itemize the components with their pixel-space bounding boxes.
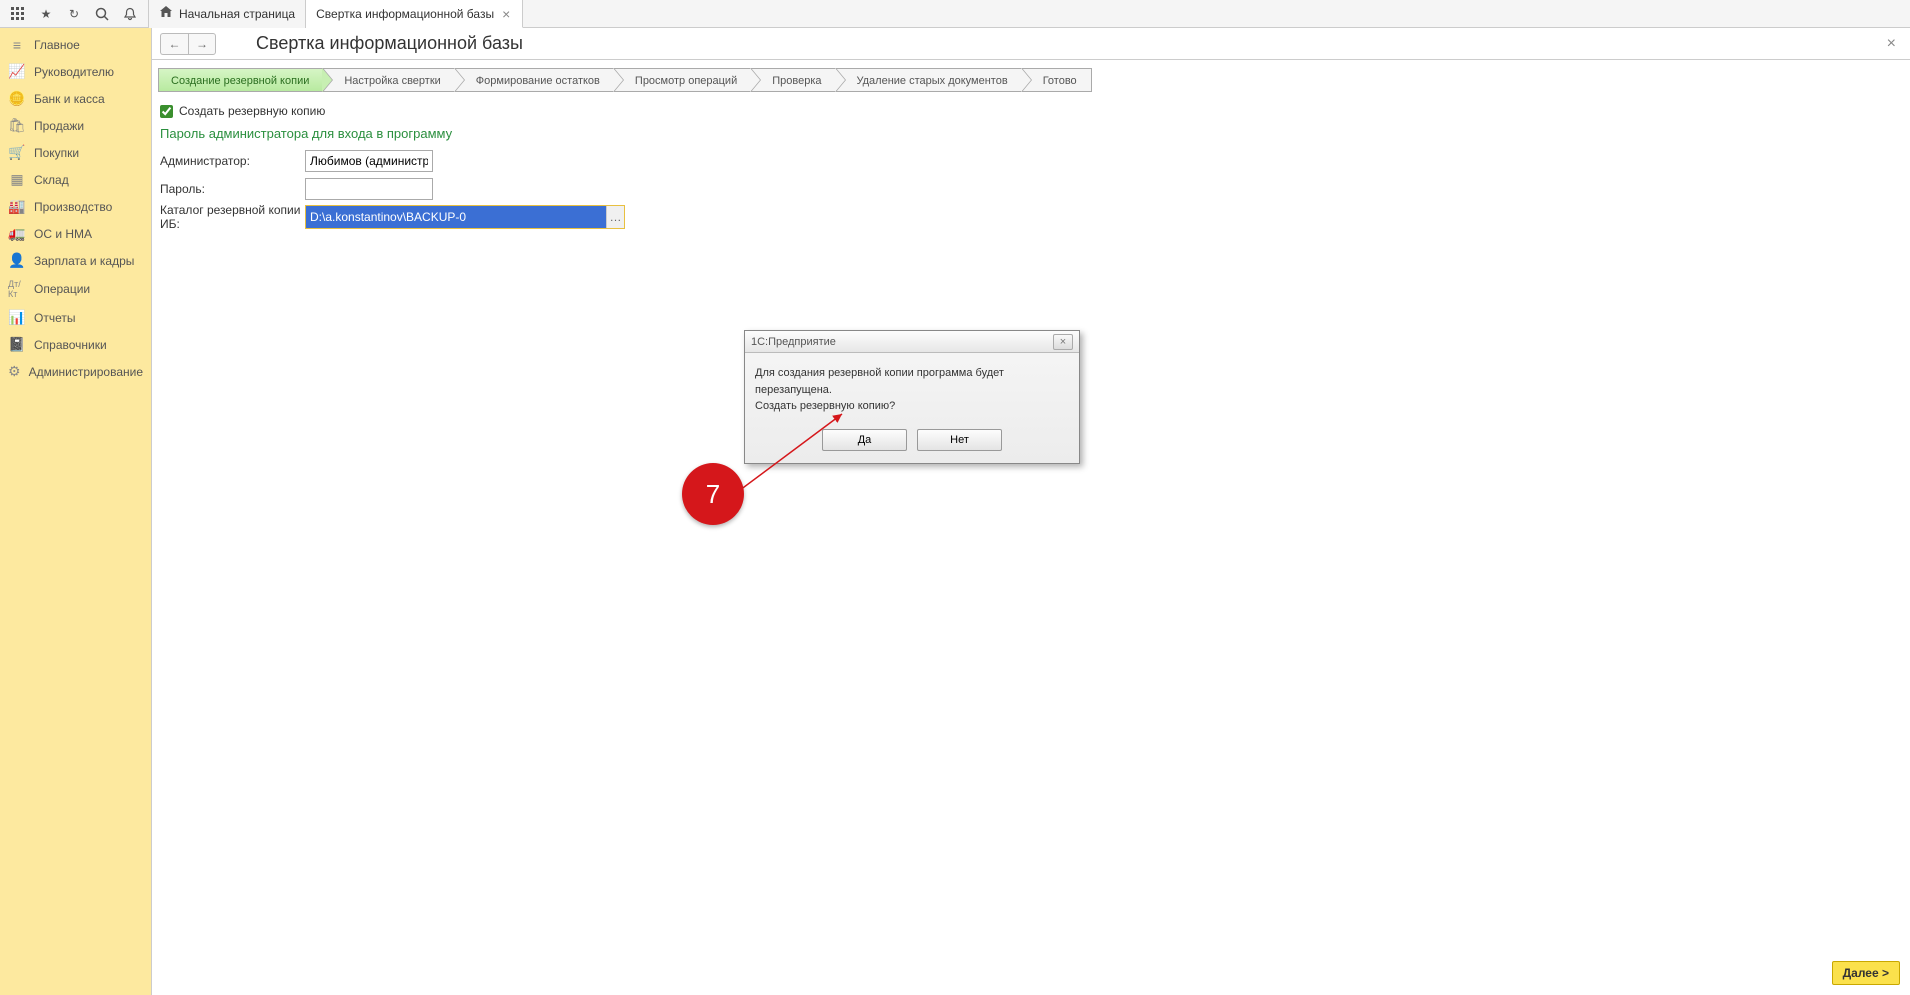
catalog-input[interactable] bbox=[306, 206, 606, 228]
sidebar-item-label: Операции bbox=[34, 282, 90, 296]
chart-icon: 📈 bbox=[8, 63, 26, 80]
sidebar-item-main[interactable]: ≡ Главное bbox=[0, 32, 151, 58]
sidebar-item-label: Администрирование bbox=[29, 365, 143, 379]
sidebar-item-label: Отчеты bbox=[34, 311, 75, 325]
sidebar-item-assets[interactable]: 🚛 ОС и НМА bbox=[0, 220, 151, 247]
coin-icon: 🪙 bbox=[8, 90, 26, 107]
tab-wrap-db[interactable]: Свертка информационной базы × bbox=[306, 0, 523, 28]
sidebar-item-label: ОС и НМА bbox=[34, 227, 92, 241]
tab-home[interactable]: Начальная страница bbox=[148, 0, 306, 28]
tab-wrap-db-label: Свертка информационной базы bbox=[316, 7, 494, 21]
truck-icon: 🚛 bbox=[8, 225, 26, 242]
callout-number: 7 bbox=[706, 479, 720, 510]
apps-icon[interactable] bbox=[4, 0, 32, 28]
step-balances[interactable]: Формирование остатков bbox=[455, 68, 614, 92]
step-check[interactable]: Проверка bbox=[751, 68, 835, 92]
close-page-icon[interactable]: × bbox=[1881, 35, 1902, 53]
sidebar-item-sales[interactable]: 🛍 Продажи bbox=[0, 112, 151, 139]
search-icon[interactable] bbox=[88, 0, 116, 28]
password-input[interactable] bbox=[305, 178, 433, 200]
sidebar-item-label: Банк и касса bbox=[34, 92, 105, 106]
next-button[interactable]: Далее > bbox=[1832, 961, 1900, 985]
topbar: ★ ↻ Начальная страница Свертка информаци… bbox=[0, 0, 1910, 28]
sidebar: ≡ Главное 📈 Руководителю 🪙 Банк и касса 🛍 Пр… bbox=[0, 28, 152, 995]
section-title: Пароль администратора для входа в програ… bbox=[160, 122, 1902, 147]
dialog-message-2: Создать резервную копию? bbox=[755, 398, 1069, 415]
topbar-icons: ★ ↻ bbox=[0, 0, 148, 28]
sidebar-item-bank[interactable]: 🪙 Банк и касса bbox=[0, 85, 151, 112]
sidebar-item-hr[interactable]: 👤 Зарплата и кадры bbox=[0, 247, 151, 274]
sidebar-item-label: Производство bbox=[34, 200, 112, 214]
confirm-dialog: 1С:Предприятие × Для создания резервной … bbox=[744, 330, 1080, 464]
sidebar-item-label: Продажи bbox=[34, 119, 84, 133]
sidebar-item-refs[interactable]: 📓 Справочники bbox=[0, 331, 151, 358]
dialog-no-button[interactable]: Нет bbox=[917, 429, 1002, 451]
dialog-titlebar[interactable]: 1С:Предприятие × bbox=[745, 331, 1079, 353]
content-header: ← → Свертка информационной базы × bbox=[152, 28, 1910, 60]
star-icon[interactable]: ★ bbox=[32, 0, 60, 28]
sidebar-item-reports[interactable]: 📊 Отчеты bbox=[0, 304, 151, 331]
create-backup-label: Создать резервную копию bbox=[179, 104, 325, 118]
gear-icon: ⚙ bbox=[8, 363, 21, 380]
sidebar-item-warehouse[interactable]: ▦ Склад bbox=[0, 166, 151, 193]
dialog-body: Для создания резервной копии программа б… bbox=[745, 353, 1079, 421]
admin-label: Администратор: bbox=[160, 154, 305, 168]
dialog-title: 1С:Предприятие bbox=[751, 336, 836, 348]
home-icon bbox=[159, 5, 173, 22]
nav-back-button[interactable]: ← bbox=[160, 33, 188, 55]
step-delete-old[interactable]: Удаление старых документов bbox=[836, 68, 1022, 92]
grid-icon: ▦ bbox=[8, 171, 26, 188]
sidebar-item-production[interactable]: 🏭 Производство bbox=[0, 193, 151, 220]
step-done[interactable]: Готово bbox=[1022, 68, 1092, 92]
sidebar-item-label: Руководителю bbox=[34, 65, 114, 79]
form-area: Создать резервную копию Пароль администр… bbox=[152, 100, 1910, 231]
cart-icon: 🛒 bbox=[8, 144, 26, 161]
wizard-steps: Создание резервной копии Настройка сверт… bbox=[152, 60, 1910, 100]
sidebar-item-ops[interactable]: Дт/Кт Операции bbox=[0, 274, 151, 304]
tab-home-label: Начальная страница bbox=[179, 7, 295, 21]
step-backup[interactable]: Создание резервной копии bbox=[158, 68, 323, 92]
catalog-browse-button[interactable]: … bbox=[606, 206, 624, 228]
sidebar-item-label: Главное bbox=[34, 38, 80, 52]
sidebar-item-admin[interactable]: ⚙ Администрирование bbox=[0, 358, 151, 385]
password-label: Пароль: bbox=[160, 182, 305, 196]
sidebar-item-purchases[interactable]: 🛒 Покупки bbox=[0, 139, 151, 166]
admin-input[interactable] bbox=[305, 150, 433, 172]
bars-icon: 📊 bbox=[8, 309, 26, 326]
page-title: Свертка информационной базы bbox=[256, 33, 523, 54]
sidebar-item-label: Покупки bbox=[34, 146, 79, 160]
tab-close-icon[interactable]: × bbox=[500, 6, 512, 22]
callout-badge: 7 bbox=[682, 463, 744, 525]
catalog-label: Каталог резервной копии ИБ: bbox=[160, 203, 305, 231]
person-icon: 👤 bbox=[8, 252, 26, 269]
step-view-ops[interactable]: Просмотр операций bbox=[614, 68, 751, 92]
menu-icon: ≡ bbox=[8, 37, 26, 53]
step-settings[interactable]: Настройка свертки bbox=[323, 68, 454, 92]
bell-icon[interactable] bbox=[116, 0, 144, 28]
sidebar-item-manager[interactable]: 📈 Руководителю bbox=[0, 58, 151, 85]
bag-icon: 🛍 bbox=[8, 117, 26, 134]
sidebar-item-label: Зарплата и кадры bbox=[34, 254, 134, 268]
dtkt-icon: Дт/Кт bbox=[8, 279, 26, 299]
factory-icon: 🏭 bbox=[8, 198, 26, 215]
sidebar-item-label: Справочники bbox=[34, 338, 107, 352]
dialog-close-button[interactable]: × bbox=[1053, 334, 1073, 350]
history-icon[interactable]: ↻ bbox=[60, 0, 88, 28]
dialog-yes-button[interactable]: Да bbox=[822, 429, 907, 451]
create-backup-checkbox[interactable] bbox=[160, 105, 173, 118]
book-icon: 📓 bbox=[8, 336, 26, 353]
sidebar-item-label: Склад bbox=[34, 173, 69, 187]
nav-forward-button[interactable]: → bbox=[188, 33, 216, 55]
content: ← → Свертка информационной базы × Создан… bbox=[152, 28, 1910, 995]
dialog-message-1: Для создания резервной копии программа б… bbox=[755, 365, 1069, 398]
